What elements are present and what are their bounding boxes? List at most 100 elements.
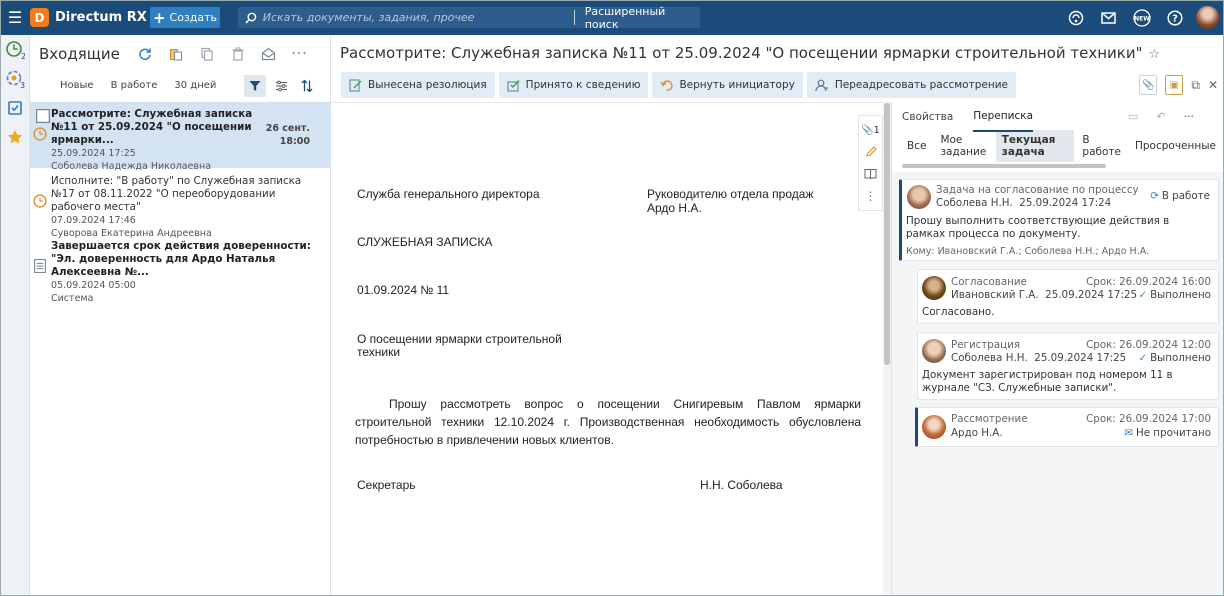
- open-external-icon[interactable]: ⧉: [1191, 78, 1200, 93]
- document-preview: [331, 102, 884, 596]
- tab-correspondence[interactable]: Переписка: [973, 102, 1033, 132]
- inbox-count: 2: [21, 52, 25, 60]
- user-avatar[interactable]: [1196, 6, 1219, 29]
- copy-icon[interactable]: [191, 39, 222, 69]
- acknowledged-button[interactable]: Принято к сведению: [498, 72, 649, 98]
- rail-inbox-icon[interactable]: 2: [0, 35, 30, 64]
- doc-department: Служба генерального директора: [357, 187, 540, 201]
- top-bar: ☰ D Directum RX + Создать Искать докумен…: [0, 0, 1224, 35]
- item-due: 26 сент. 18:00: [266, 122, 310, 148]
- subtabs-scrollbar[interactable]: [902, 164, 1106, 168]
- attachment-icon[interactable]: 📎: [1139, 75, 1158, 95]
- favorite-star-icon[interactable]: ☆: [1148, 47, 1160, 62]
- list-item[interactable]: Рассмотрите: Служебная записка №11 от 25…: [30, 102, 331, 172]
- document-icon: [34, 259, 46, 273]
- avatar: [907, 185, 931, 209]
- menu-icon[interactable]: ☰: [0, 0, 30, 35]
- return-icon: [660, 79, 674, 91]
- pencil-icon[interactable]: [865, 141, 877, 163]
- paste-icon[interactable]: [160, 39, 191, 69]
- app-name: Directum RX: [55, 10, 147, 25]
- help-icon[interactable]: ?: [1158, 0, 1191, 35]
- item-date: 07.09.2024 17:46: [51, 215, 136, 226]
- rail-checklist-icon[interactable]: [0, 93, 30, 122]
- status-text: В работе: [1161, 190, 1210, 202]
- filter-30-days[interactable]: 30 дней: [174, 80, 216, 91]
- tab-properties[interactable]: Свойства: [902, 102, 953, 132]
- plus-icon: +: [152, 8, 166, 27]
- doc-number: 01.09.2024 № 11: [357, 283, 450, 297]
- advanced-search-link[interactable]: Расширенный поиск: [585, 5, 700, 31]
- filter-icon[interactable]: [244, 74, 266, 97]
- rail-tasks-icon[interactable]: 3: [0, 64, 30, 93]
- mail-icon[interactable]: [1092, 0, 1125, 35]
- news-icon[interactable]: NEW: [1125, 0, 1158, 35]
- correspondence-pane: Свойства Переписка ▭ ↶ ··· Все Мое задан…: [891, 102, 1224, 596]
- close-icon[interactable]: ✕: [1208, 78, 1218, 92]
- item-date: 05.09.2024 05:00: [51, 280, 136, 291]
- search-icon: [245, 12, 257, 23]
- document-scrollbar[interactable]: [883, 102, 891, 596]
- logo-icon: D: [30, 8, 49, 27]
- document-title-row: Рассмотрите: Служебная записка №11 от 25…: [340, 44, 1160, 62]
- inbox-title: Входящие: [39, 44, 120, 63]
- resolution-button[interactable]: Вынесена резолюция: [341, 72, 495, 98]
- new-badge: NEW: [1134, 15, 1150, 22]
- filter-new[interactable]: Новые: [60, 80, 94, 91]
- doc-paragraph: Прошу рассмотреть вопрос о посещении Сни…: [355, 397, 861, 447]
- approval-card[interactable]: Согласование Срок: 26.09.2024 16:00 Иван…: [917, 269, 1219, 324]
- return-initiator-button[interactable]: Вернуть инициатору: [652, 72, 803, 98]
- subtab-current-task[interactable]: Текущая задача: [995, 130, 1075, 162]
- sort-icon[interactable]: [296, 75, 318, 97]
- list-item[interactable]: Исполните: "В работу" по Служебная запис…: [30, 173, 331, 239]
- save-icon[interactable]: ▭: [1128, 110, 1138, 123]
- settings-sliders-icon[interactable]: [270, 75, 292, 97]
- mark-read-icon[interactable]: [253, 39, 284, 69]
- rail-favorites-icon[interactable]: [0, 122, 30, 151]
- list-item[interactable]: Завершается срок действия доверенности: …: [30, 238, 331, 304]
- doc-signer-role: Секретарь: [357, 478, 416, 492]
- more-icon[interactable]: ···: [284, 39, 315, 69]
- subtab-overdue[interactable]: Просроченные: [1129, 136, 1222, 156]
- review-card[interactable]: Рассмотрение Срок: 26.09.2024 17:00 Ардо…: [915, 407, 1219, 447]
- more-icon[interactable]: ···: [1184, 110, 1195, 123]
- forward-review-button[interactable]: Переадресовать рассмотрение: [806, 72, 1017, 98]
- acknowledged-label: Принято к сведению: [525, 79, 641, 91]
- return-initiator-label: Вернуть инициатору: [679, 79, 795, 91]
- left-rail: 2 3: [0, 35, 30, 596]
- inbox-panel: Входящие ··· Новые В работе 30 дней Расс…: [30, 35, 331, 596]
- subtab-all[interactable]: Все: [901, 136, 932, 156]
- stage-name: Регистрация: [951, 339, 1021, 351]
- document-scrollbar-thumb[interactable]: [884, 103, 890, 365]
- registration-card[interactable]: Регистрация Срок: 26.09.2024 12:00 Собол…: [917, 332, 1219, 400]
- svg-text:?: ?: [1172, 13, 1178, 24]
- refresh-icon[interactable]: [129, 39, 160, 69]
- delete-icon[interactable]: [222, 39, 253, 69]
- status-text: Не прочитано: [1135, 427, 1211, 439]
- document-preview-icon[interactable]: ▣: [1165, 75, 1184, 95]
- undo-icon[interactable]: ↶: [1156, 110, 1165, 123]
- unread-mail-icon: ✉: [1124, 427, 1133, 439]
- search-box[interactable]: Искать документы, задания, прочее Расшир…: [238, 5, 700, 31]
- search-input[interactable]: Искать документы, задания, прочее: [263, 11, 574, 24]
- book-icon[interactable]: [864, 163, 877, 185]
- subtab-in-work[interactable]: В работе: [1076, 130, 1127, 162]
- search-divider: [573, 10, 575, 25]
- main-task-card[interactable]: Задача на согласование по процессу Собол…: [899, 179, 1219, 261]
- item-title: Исполните: "В работу" по Служебная запис…: [51, 175, 302, 213]
- stage-date: 25.09.2024 17:25: [1045, 289, 1138, 301]
- task-author: Соболева Н.Н.: [936, 197, 1013, 209]
- attachments-count-button[interactable]: 📎 1: [861, 119, 880, 141]
- create-button[interactable]: + Создать: [150, 7, 220, 28]
- support-icon[interactable]: [1059, 0, 1092, 35]
- document-title: Рассмотрите: Служебная записка №11 от 25…: [340, 44, 1143, 62]
- avatar: [922, 339, 946, 363]
- task-title: Задача на согласование по процессу: [936, 184, 1139, 196]
- checkbox-icon[interactable]: [36, 109, 50, 123]
- filter-in-work[interactable]: В работе: [111, 80, 158, 91]
- correspondence-feed: Задача на согласование по процессу Собол…: [892, 172, 1224, 596]
- more-vertical-icon[interactable]: ⋮: [865, 185, 877, 207]
- stage-due: Срок: 26.09.2024 12:00: [1086, 339, 1211, 351]
- stage-author: Ардо Н.А.: [951, 427, 1003, 439]
- subtab-my-assignment[interactable]: Мое задание: [934, 130, 993, 162]
